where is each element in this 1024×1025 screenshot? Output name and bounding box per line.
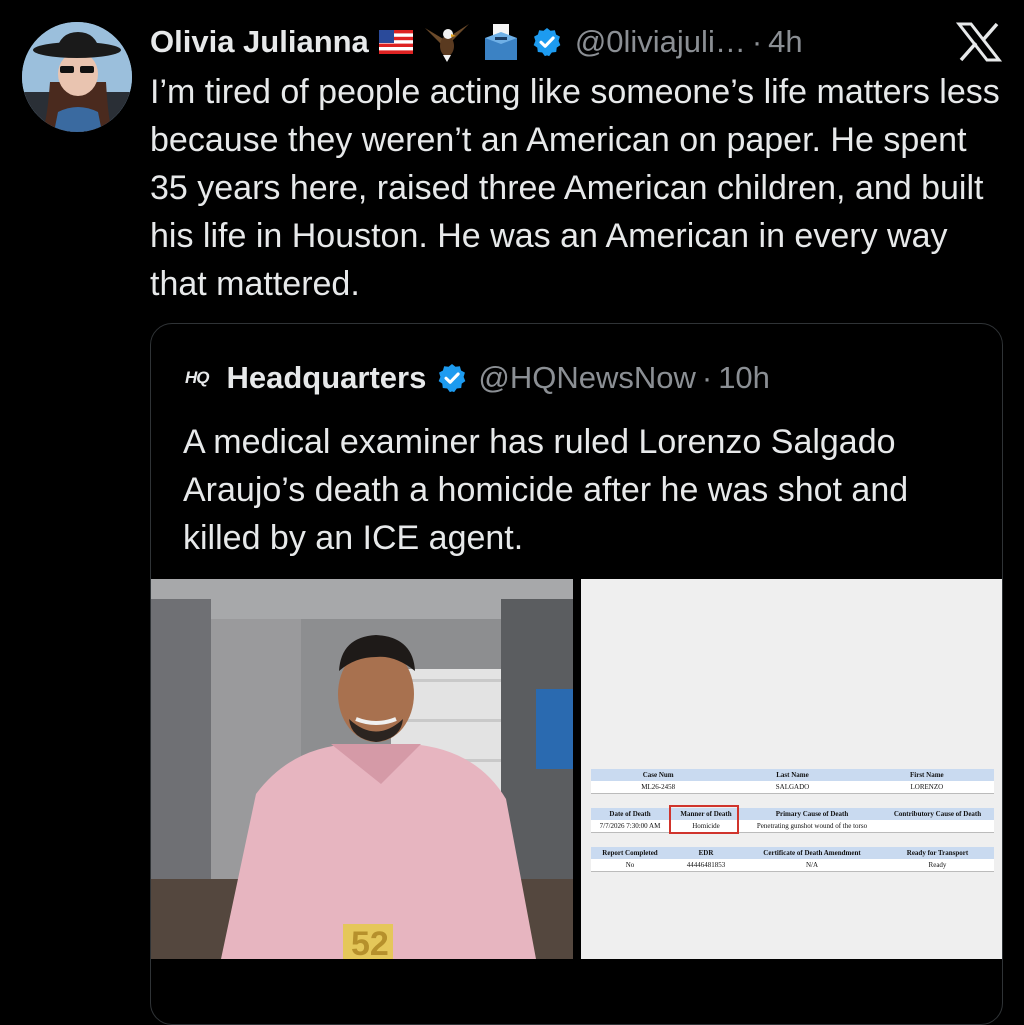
table-row: ML26-2458 SALGADO LORENZO (591, 781, 994, 794)
cell-first-name: LORENZO (910, 783, 944, 791)
quoted-tweet-text: A medical examiner has ruled Lorenzo Sal… (183, 423, 909, 557)
cell-case-num: ML26-2458 (641, 783, 676, 791)
table-row: 7/7/2026 7:30:00 AM Homicide Penetrating… (591, 820, 994, 833)
quoted-photo-man[interactable]: 52 (151, 579, 573, 959)
author-handle[interactable]: @0liviajuli… (575, 24, 746, 60)
cell-certificate-amendment: N/A (805, 861, 819, 869)
manner-of-death-highlight-box (669, 805, 739, 834)
header-contributory-cause: Contributory Cause of Death (893, 810, 982, 818)
quoted-author-handle[interactable]: @HQNewsNow (478, 360, 696, 396)
header-primary-cause: Primary Cause of Death (775, 810, 849, 818)
quoted-author-logo[interactable]: HQ (185, 368, 209, 388)
quoted-tweet-timestamp[interactable]: 10h (718, 360, 770, 396)
header-edr: EDR (698, 849, 714, 857)
author-name[interactable]: Olivia Julianna (150, 24, 369, 60)
separator-dot: · (751, 24, 763, 59)
author-avatar[interactable] (22, 22, 132, 132)
cell-date-of-death: 7/7/2026 7:30:00 AM (599, 822, 661, 830)
eagle-icon (423, 22, 471, 62)
header-last-name: Last Name (776, 771, 809, 779)
x-logo-icon[interactable] (955, 22, 1003, 62)
cell-primary-cause: Penetrating gunshot wound of the torso (756, 822, 868, 830)
quoted-author-name[interactable]: Headquarters (227, 360, 427, 396)
separator-dot: · (701, 360, 713, 395)
quoted-tweet-card[interactable]: HQ Headquarters @HQNewsNow · 10h A medic… (150, 323, 1003, 1025)
header-certificate-amendment: Certificate of Death Amendment (763, 849, 861, 857)
quoted-tweet-header: HQ Headquarters @HQNewsNow · 10h (185, 358, 770, 398)
cell-report-completed: No (625, 861, 635, 869)
verified-badge-icon[interactable] (531, 26, 563, 58)
cake-number-candles: 52 (351, 925, 389, 959)
header-ready-transport: Ready for Transport (906, 849, 969, 857)
header-report-completed: Report Completed (602, 849, 658, 857)
cell-edr: 44446481853 (686, 861, 726, 869)
avatar-image (22, 22, 132, 132)
death-record-table: Case Num Last Name First Name ML26-2458 … (591, 769, 994, 872)
tweet-timestamp[interactable]: 4h (768, 24, 802, 60)
tweet-header: Olivia Julianna @0liviajuli… · 4h (150, 22, 803, 62)
tweet-text: I’m tired of people acting like someone’… (150, 73, 1000, 303)
table-header-row: Date of Death Manner of Death Primary Ca… (591, 808, 994, 820)
us-flag-icon (378, 30, 413, 54)
ballot-box-icon (481, 22, 521, 62)
header-case-num: Case Num (642, 771, 674, 779)
table-row: No 44446481853 N/A Ready (591, 859, 994, 872)
quoted-photo-document[interactable]: Case Num Last Name First Name ML26-2458 … (581, 579, 1002, 959)
table-header-row: Report Completed EDR Certificate of Deat… (591, 847, 994, 859)
header-date-of-death: Date of Death (609, 810, 651, 818)
cell-ready-transport: Ready (928, 861, 947, 869)
header-first-name: First Name (910, 771, 944, 779)
cell-last-name: SALGADO (775, 783, 810, 791)
verified-badge-icon[interactable] (436, 362, 468, 394)
table-header-row: Case Num Last Name First Name (591, 769, 994, 781)
